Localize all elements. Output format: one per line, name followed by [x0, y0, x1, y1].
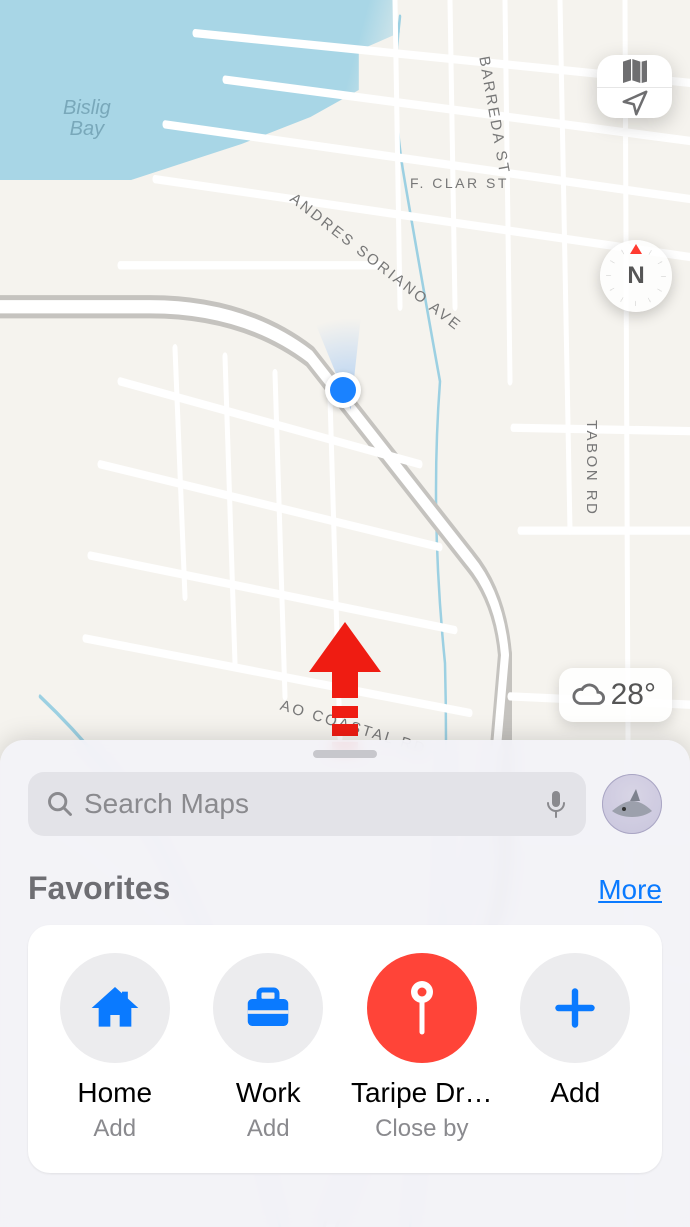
search-icon — [46, 790, 74, 818]
favorites-card: Home Add Work Add Taripe — [28, 925, 662, 1173]
map-icon — [619, 55, 651, 87]
favorite-work-sub: Add — [247, 1115, 290, 1143]
favorite-add-label: Add — [550, 1077, 600, 1109]
favorite-home-circle — [60, 953, 170, 1063]
briefcase-icon — [241, 981, 295, 1035]
favorite-add-circle — [520, 953, 630, 1063]
map-mode-button[interactable] — [597, 55, 672, 87]
sheet-grabber[interactable] — [313, 750, 377, 758]
map-controls — [597, 55, 672, 118]
favorite-work-label: Work — [236, 1077, 301, 1109]
profile-avatar[interactable] — [602, 774, 662, 834]
plus-icon — [553, 986, 597, 1030]
favorite-home-sub: Add — [93, 1115, 136, 1143]
road-label-tabon: TABON RD — [583, 420, 600, 516]
favorite-pin-sub: Close by — [375, 1115, 468, 1143]
map-pin-icon — [407, 978, 437, 1038]
search-placeholder: Search Maps — [84, 788, 249, 820]
road-label-f-clar: F. CLAR ST — [410, 175, 509, 191]
favorite-pin-circle — [367, 953, 477, 1063]
favorite-home-label: Home — [77, 1077, 152, 1109]
favorite-pin-label: Taripe Dr… — [351, 1077, 493, 1109]
search-input[interactable]: Search Maps — [28, 772, 586, 836]
microphone-icon[interactable] — [544, 789, 568, 819]
location-arrow-icon — [620, 88, 650, 118]
cloud-icon — [571, 678, 605, 712]
compass-ticks — [606, 246, 666, 306]
water-body — [0, 0, 690, 180]
favorite-work[interactable]: Work Add — [193, 953, 343, 1143]
compass-north-indicator — [630, 244, 642, 254]
bottom-sheet[interactable]: Search Maps Favorites More — [0, 740, 690, 1227]
favorite-home[interactable]: Home Add — [40, 953, 190, 1143]
favorites-heading: Favorites — [28, 870, 170, 907]
avatar-shark-icon — [610, 787, 654, 821]
home-icon — [87, 980, 143, 1036]
bay-label: BisligBay — [63, 98, 111, 140]
favorite-add[interactable]: Add — [500, 953, 650, 1143]
favorite-pin[interactable]: Taripe Dr… Close by — [347, 953, 497, 1143]
current-location-dot[interactable] — [325, 372, 361, 408]
compass-button[interactable]: N — [600, 240, 672, 312]
favorites-more-link[interactable]: More — [598, 874, 662, 906]
weather-temp: 28° — [611, 678, 656, 712]
locate-me-button[interactable] — [597, 88, 672, 118]
favorite-work-circle — [213, 953, 323, 1063]
road-label-barreda: BARREDA ST — [475, 55, 513, 176]
weather-pill[interactable]: 28° — [559, 668, 672, 722]
